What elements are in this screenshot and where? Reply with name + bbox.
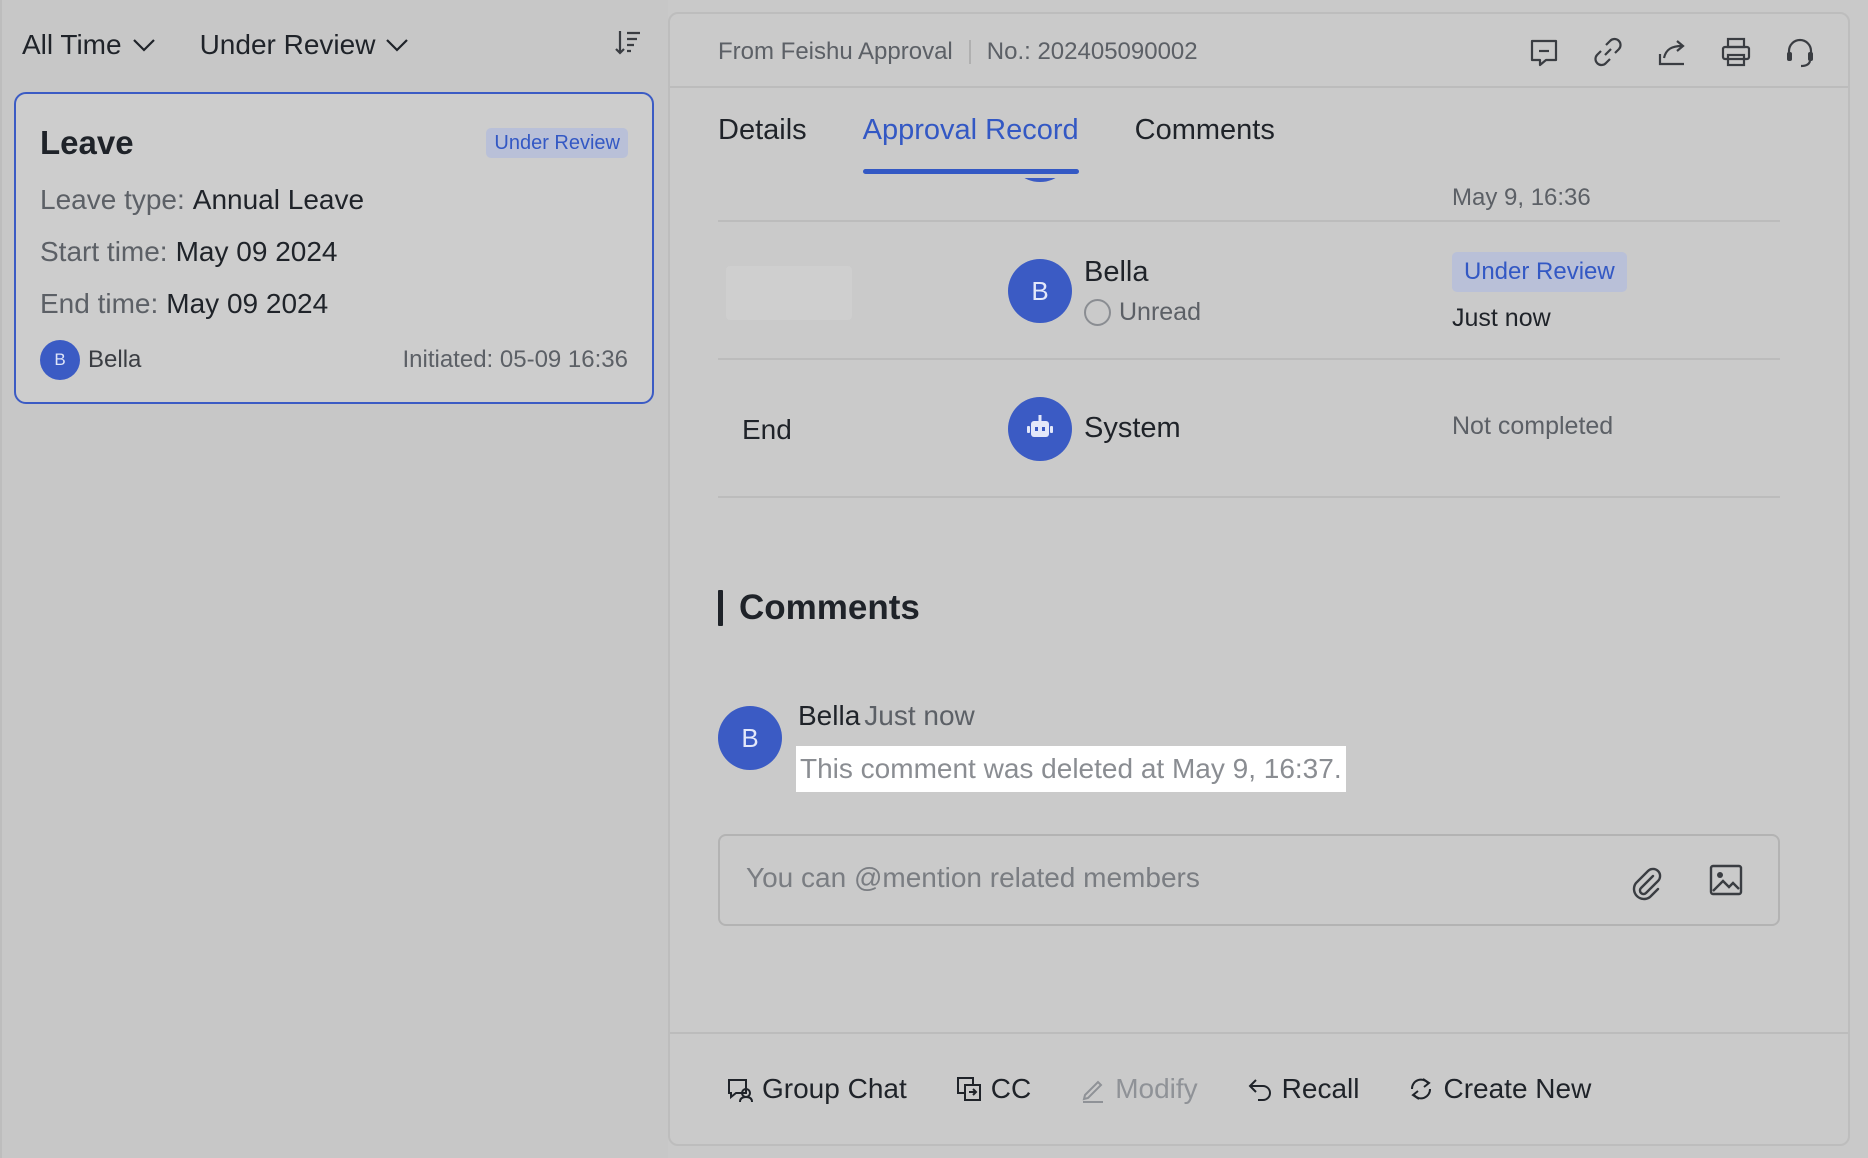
initiator: B Bella [40,340,141,380]
refresh-icon [1411,1078,1432,1100]
sort-icon [615,31,640,55]
read-state-label: Unread [1119,298,1201,326]
support-button[interactable] [1782,34,1818,70]
tab-details[interactable]: Details [718,114,807,174]
cc-label: CC [990,1073,1032,1104]
share-icon [1658,40,1685,66]
copy-link-button[interactable] [1590,34,1626,70]
print-button[interactable] [1718,34,1754,70]
comment-icon [1530,39,1558,67]
avatar: B [718,706,782,770]
approval-record-content[interactable]: May 9, 16:36 B Bella Unread Under Review… [718,178,1780,1038]
time-filter-label: All Time [22,29,122,60]
status-badge: Under Review [1452,252,1627,292]
comment-author: Bella [798,700,861,731]
request-card[interactable]: Leave Under Review Leave type: Annual Lea… [14,92,654,404]
tab-comments[interactable]: Comments [1135,114,1275,174]
image-icon [1709,864,1743,896]
start-time-value: May 09 2024 [175,236,338,267]
header-actions [1498,34,1818,70]
leave-type-label: Leave type: [40,184,185,215]
approval-detail-pane: From Feishu Approval No.: 202405090002 D… [668,12,1850,1146]
end-time-value: May 09 2024 [166,288,329,319]
approver-name: Bella [1084,256,1149,288]
unread-circle-icon [1084,299,1111,326]
attach-button[interactable] [1626,862,1666,902]
row-time: Just now [1452,304,1551,332]
comment-item: B Bella Just now This comment was deleted… [718,700,1780,806]
avatar: B [1008,259,1072,323]
row-time: May 9, 16:36 [1452,184,1591,211]
tab-approval-record[interactable]: Approval Record [862,114,1079,174]
start-time-field: Start time: May 09 2024 [40,236,337,268]
share-button[interactable] [1654,34,1690,70]
group-chat-label: Group Chat [762,1073,907,1104]
initiator-name: Bella [88,346,142,373]
create-new-label: Create New [1443,1073,1592,1104]
end-time-field: End time: May 09 2024 [40,288,328,320]
leave-type-value: Annual Leave [192,184,365,215]
node-label: End [742,414,792,445]
sort-button[interactable] [614,28,642,56]
headset-icon [1787,38,1813,68]
modify-label: Modify [1115,1073,1198,1104]
pencil-icon [1082,1080,1104,1103]
divider [968,40,971,64]
start-time-label: Start time: [40,236,168,267]
recall-label: Recall [1281,1073,1360,1104]
request-number: No.: 202405090002 [986,38,1198,65]
cc-button[interactable]: CC [955,1073,1031,1105]
chevron-down-icon [132,39,155,52]
comments-section-heading: Comments [718,588,920,628]
source-label: From Feishu Approval [718,38,953,65]
initiated-time: Initiated: 05-09 16:36 [402,346,628,373]
request-list-pane: All Time Under Review Leave Under Review… [0,0,668,1158]
detail-tabs: Details Approval Record Comments [718,114,1331,174]
insert-image-button[interactable] [1706,860,1746,900]
approval-row-end: End System Not completed [718,360,1780,498]
avatar [1008,178,1072,182]
comments-heading: Comments [739,588,920,627]
status-filter-dropdown[interactable]: Under Review [200,29,410,61]
source-info: From Feishu Approval No.: 202405090002 [718,38,1198,66]
approval-row-initiated: May 9, 16:36 [718,178,1780,222]
group-chat-button[interactable]: Group Chat [726,1073,907,1105]
comment-button[interactable] [1526,34,1562,70]
printer-icon [1721,37,1751,67]
request-title: Leave [40,124,134,161]
system-avatar [1008,397,1072,461]
comment-input-placeholder: You can @mention related members [746,862,1200,893]
approval-row-approver: B Bella Unread Under Review Just now [718,222,1780,360]
card-footer: B Bella Initiated: 05-09 16:36 [40,340,628,380]
status-filter-label: Under Review [199,29,376,60]
undo-icon [1248,1079,1271,1101]
filter-bar: All Time Under Review [22,24,409,66]
comment-meta: Bella Just now [798,700,975,732]
comment-input[interactable]: You can @mention related members [718,834,1780,926]
cc-icon [956,1077,981,1101]
group-chat-icon [728,1079,753,1103]
leave-type-field: Leave type: Annual Leave [40,184,364,216]
recall-button[interactable]: Recall [1246,1073,1360,1105]
heading-bar [718,590,723,626]
create-new-button[interactable]: Create New [1407,1073,1591,1105]
robot-icon [1027,415,1053,437]
system-name: System [1084,412,1181,444]
read-state: Unread [1084,298,1201,327]
detail-header: From Feishu Approval No.: 202405090002 [670,14,1848,88]
end-time-label: End time: [40,288,159,319]
row-status: Not completed [1452,412,1614,440]
action-bar: Group Chat CC Modify Recall Create New [670,1032,1848,1144]
node-label-placeholder [726,266,852,320]
comment-text: This comment was deleted at May 9, 16:37… [796,746,1346,792]
status-badge: Under Review [486,128,628,158]
time-filter-dropdown[interactable]: All Time [22,29,156,61]
chevron-down-icon [386,39,409,52]
comment-time: Just now [864,700,975,731]
avatar: B [40,340,80,380]
modify-button[interactable]: Modify [1079,1073,1198,1105]
link-icon [1594,37,1622,67]
paperclip-icon [1632,867,1662,901]
